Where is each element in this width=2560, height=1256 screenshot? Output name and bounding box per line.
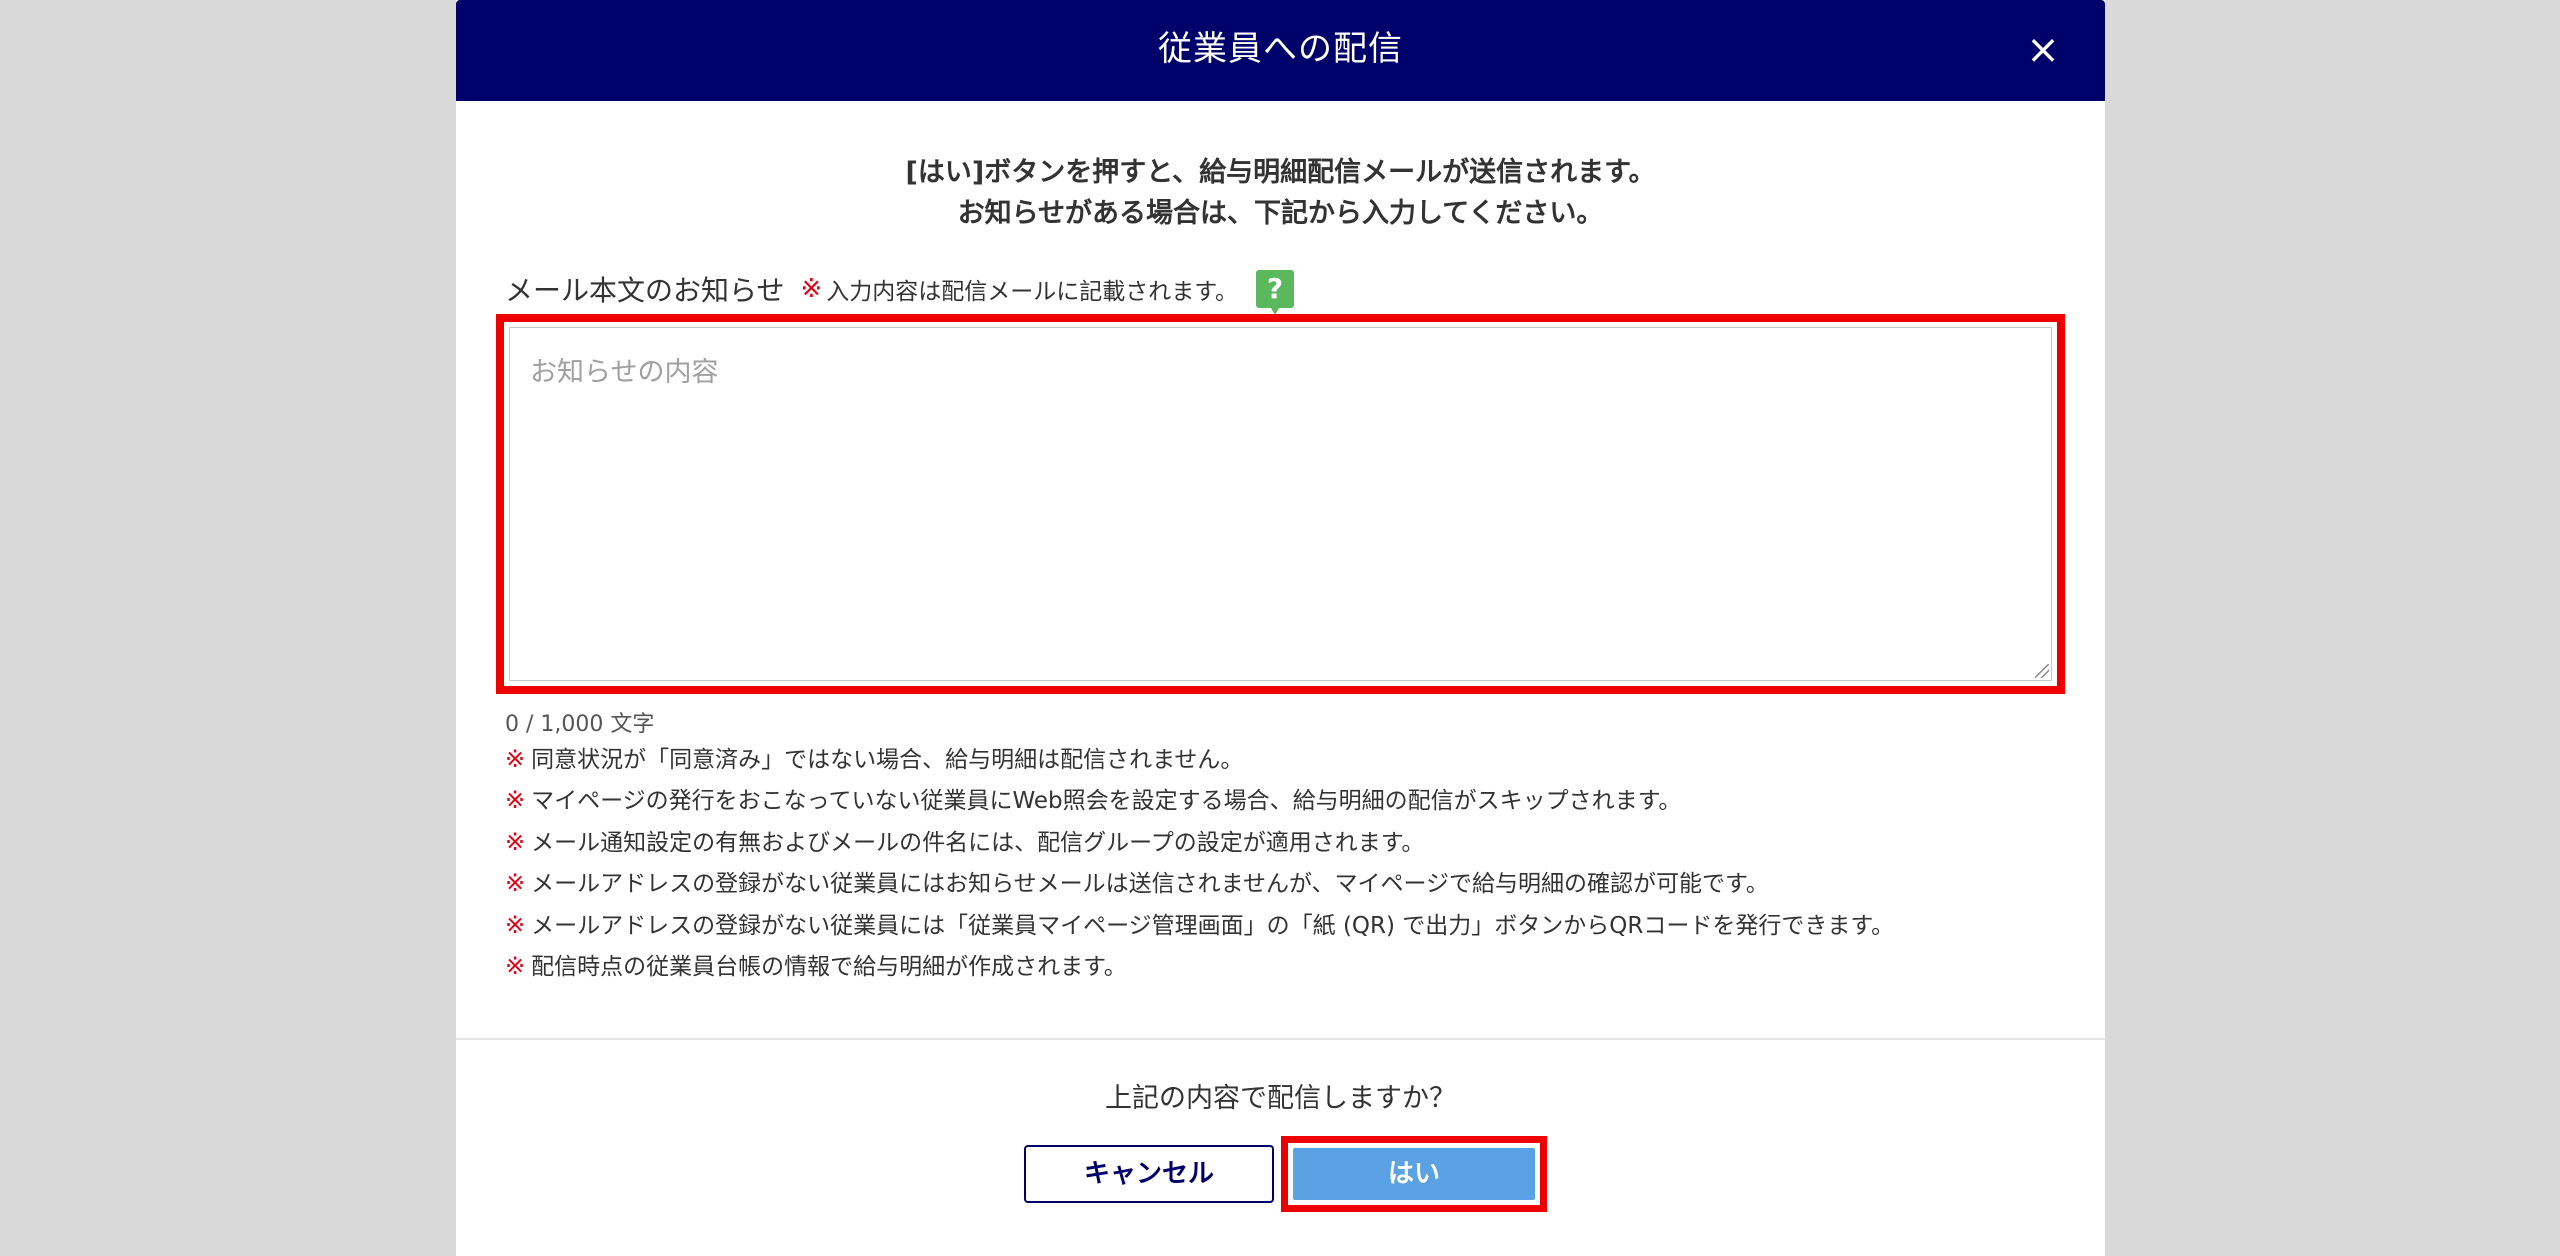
notice-field-label: メール本文のお知らせ: [505, 274, 785, 307]
notice-field-note: 入力内容は配信メールに記載されます。: [826, 279, 1238, 305]
footer-divider: [456, 1038, 2105, 1040]
yes-button-highlight: はい: [1281, 1136, 1547, 1212]
warning-mark-icon: ※: [505, 745, 526, 773]
warning-item: ※ メールアドレスの登録がない従業員にはお知らせメールは送信されませんが、マイペー…: [505, 865, 1894, 906]
warning-text: マイページの発行をおこなっていない従業員にWeb照会を設定する場合、給与明細の配…: [531, 788, 1682, 815]
notice-mark-icon: ※: [800, 274, 823, 304]
close-icon[interactable]: ×: [2019, 26, 2067, 74]
warning-mark-icon: ※: [505, 951, 526, 980]
notice-label-row: メール本文のお知らせ ※ 入力内容は配信メールに記載されます。 ?: [505, 266, 1294, 315]
intro-message: [はい]ボタンを押すと、給与明細配信メールが送信されます。 お知らせがある場合は…: [456, 152, 2105, 234]
notice-input-highlight: [496, 314, 2065, 694]
warning-text: メールアドレスの登録がない従業員には「従業員マイページ管理画面」の「紙 (QR)…: [531, 912, 1895, 939]
char-counter: 0 / 1,000 文字: [505, 712, 655, 737]
warning-mark-icon: ※: [505, 869, 526, 898]
warning-mark-icon: ※: [505, 786, 526, 815]
warning-text: 同意状況が「同意済み」ではない場合、給与明細は配信されません。: [531, 747, 1244, 773]
warning-text: メール通知設定の有無およびメールの件名には、配信グループの設定が適用されます。: [531, 829, 1425, 856]
warning-mark-icon: ※: [505, 827, 526, 856]
warning-list: ※ 同意状況が「同意済み」ではない場合、給与明細は配信されません。 ※ マイページの…: [505, 741, 1894, 989]
notice-textarea[interactable]: [509, 327, 2052, 681]
warning-mark-icon: ※: [505, 910, 526, 939]
warning-text: メールアドレスの登録がない従業員にはお知らせメールは送信されませんが、マイページ…: [531, 871, 1769, 898]
warning-item: ※ メールアドレスの登録がない従業員には「従業員マイページ管理画面」の「紙 (QR…: [505, 907, 1894, 948]
warning-item: ※ マイページの発行をおこなっていない従業員にWeb照会を設定する場合、給与明細の…: [505, 782, 1894, 823]
modal-title: 従業員への配信: [1158, 29, 1403, 69]
resize-grip-icon[interactable]: [2035, 664, 2049, 678]
yes-button[interactable]: はい: [1293, 1148, 1535, 1200]
warning-item: ※ 配信時点の従業員台帳の情報で給与明細が作成されます。: [505, 948, 1894, 989]
warning-text: 配信時点の従業員台帳の情報で給与明細が作成されます。: [531, 953, 1127, 980]
help-icon[interactable]: ?: [1255, 270, 1294, 315]
confirm-question: 上記の内容で配信しますか？: [1105, 1083, 1456, 1114]
modal-header: 従業員への配信 ×: [456, 0, 2105, 101]
intro-line-2: お知らせがある場合は、下記から入力してください。: [957, 198, 1604, 229]
cancel-button[interactable]: キャンセル: [1024, 1145, 1274, 1203]
delivery-modal: 従業員への配信 × [はい]ボタンを押すと、給与明細配信メールが送信されます。 …: [456, 0, 2105, 1256]
warning-item: ※ メール通知設定の有無およびメールの件名には、配信グループの設定が適用されます。: [505, 824, 1894, 865]
intro-line-1: [はい]ボタンを押すと、給与明細配信メールが送信されます。: [905, 157, 1656, 188]
warning-item: ※ 同意状況が「同意済み」ではない場合、給与明細は配信されません。: [505, 741, 1894, 782]
